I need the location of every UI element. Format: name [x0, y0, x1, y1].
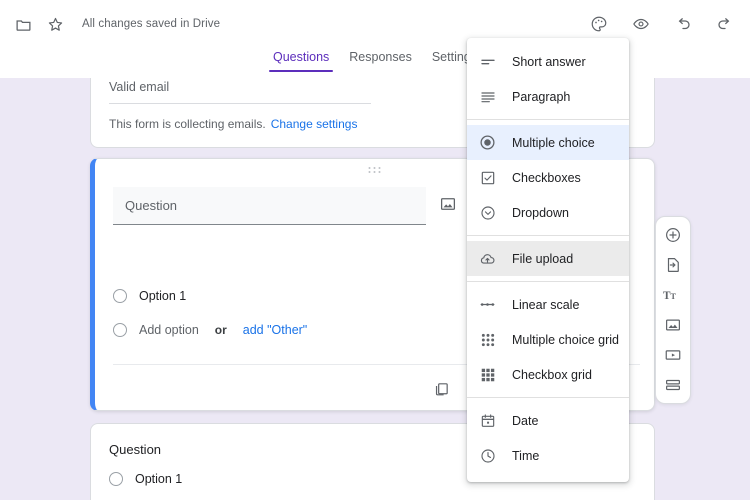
svg-text:T: T	[663, 290, 671, 302]
menu-label: Paragraph	[512, 89, 571, 104]
radio-button-icon	[113, 289, 127, 303]
radio-button-icon	[113, 323, 127, 337]
option-row[interactable]: Option 1	[113, 289, 186, 303]
add-section-icon[interactable]	[663, 375, 683, 395]
question-title-placeholder: Question	[125, 198, 178, 213]
menu-label: Multiple choice grid	[512, 332, 619, 347]
paragraph-icon	[479, 88, 496, 105]
add-option-row[interactable]: Add option or add "Other"	[113, 323, 307, 337]
add-title-description-icon[interactable]: T T	[663, 285, 683, 305]
undo-icon[interactable]	[670, 11, 696, 37]
svg-text:T: T	[671, 292, 677, 301]
checkbox-icon	[479, 169, 496, 186]
menu-divider	[467, 235, 629, 236]
option-label: Option 1	[139, 289, 187, 303]
add-option-label[interactable]: Add option	[139, 323, 199, 337]
short-answer-icon	[479, 53, 496, 70]
add-question-icon[interactable]	[663, 225, 683, 245]
clock-icon	[479, 447, 496, 464]
tab-responses[interactable]: Responses	[339, 48, 422, 72]
question-title-input[interactable]: Question	[113, 187, 426, 225]
side-toolbar: T T	[655, 216, 691, 404]
file-upload-icon	[479, 250, 496, 267]
multiple-choice-grid-icon	[479, 331, 496, 348]
option-label: Option 1	[135, 472, 183, 486]
menu-item-time[interactable]: Time	[467, 438, 629, 473]
menu-label: Linear scale	[512, 297, 580, 312]
menu-label: Time	[512, 448, 540, 463]
menu-item-multiple-choice-grid[interactable]: Multiple choice grid	[467, 322, 629, 357]
google-forms-editor: All changes saved in Drive Questions Res…	[0, 0, 750, 500]
menu-label: Date	[512, 413, 539, 428]
menu-item-checkbox-grid[interactable]: Checkbox grid	[467, 357, 629, 392]
add-image-icon[interactable]	[439, 195, 457, 213]
form-body: Email Valid email This form is collectin…	[0, 48, 750, 500]
radio-button-icon	[479, 134, 496, 151]
palette-icon[interactable]	[586, 11, 612, 37]
menu-item-date[interactable]: Date	[467, 403, 629, 438]
menu-label: File upload	[512, 251, 574, 266]
move-to-folder-icon[interactable]	[10, 11, 36, 37]
radio-button-icon	[109, 472, 123, 486]
add-option-or-text: or	[214, 323, 227, 337]
menu-item-linear-scale[interactable]: Linear scale	[467, 287, 629, 322]
menu-divider	[467, 119, 629, 120]
menu-divider	[467, 281, 629, 282]
import-questions-icon[interactable]	[663, 255, 683, 275]
menu-label: Multiple choice	[512, 135, 595, 150]
menu-label: Short answer	[512, 54, 586, 69]
redo-icon[interactable]	[712, 11, 738, 37]
menu-label: Dropdown	[512, 205, 569, 220]
menu-item-dropdown[interactable]: Dropdown	[467, 195, 629, 230]
menu-label: Checkboxes	[512, 170, 581, 185]
tab-questions[interactable]: Questions	[263, 48, 339, 72]
menu-item-file-upload[interactable]: File upload	[467, 241, 629, 276]
duplicate-icon[interactable]	[433, 381, 451, 399]
menu-item-checkboxes[interactable]: Checkboxes	[467, 160, 629, 195]
drag-handle-icon[interactable]	[368, 167, 381, 173]
star-icon[interactable]	[42, 11, 68, 37]
editor-tabs: Questions Responses Settings	[0, 48, 750, 78]
linear-scale-icon	[479, 296, 496, 313]
question-type-menu[interactable]: Short answer Paragraph Multiple choice C…	[467, 38, 629, 482]
dropdown-icon	[479, 204, 496, 221]
checkbox-grid-icon	[479, 366, 496, 383]
header-left-group: All changes saved in Drive	[10, 0, 220, 48]
change-settings-link[interactable]: Change settings	[271, 117, 358, 131]
menu-item-short-answer[interactable]: Short answer	[467, 44, 629, 79]
menu-label: Checkbox grid	[512, 367, 592, 382]
menu-divider	[467, 397, 629, 398]
add-other-link[interactable]: add "Other"	[243, 323, 307, 337]
email-field-underline	[109, 103, 371, 104]
eye-preview-icon[interactable]	[628, 11, 654, 37]
option-row[interactable]: Option 1	[109, 472, 182, 486]
add-video-icon[interactable]	[663, 345, 683, 365]
app-header: All changes saved in Drive	[0, 0, 750, 48]
save-status-text: All changes saved in Drive	[82, 18, 221, 30]
add-image-icon[interactable]	[663, 315, 683, 335]
calendar-icon	[479, 412, 496, 429]
email-collection-note: This form is collecting emails. Change se…	[109, 117, 357, 131]
menu-item-paragraph[interactable]: Paragraph	[467, 79, 629, 114]
email-field-placeholder: Valid email	[109, 80, 170, 94]
menu-item-multiple-choice[interactable]: Multiple choice	[467, 125, 629, 160]
question-2-title: Question	[109, 442, 162, 457]
email-note-text: This form is collecting emails.	[109, 117, 266, 131]
